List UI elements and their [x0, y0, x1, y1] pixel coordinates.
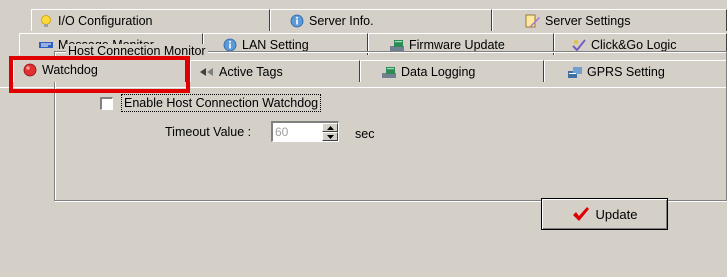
info-icon: [222, 38, 238, 52]
logic-icon: [571, 38, 587, 52]
timeout-input[interactable]: [275, 123, 323, 140]
arrow-down-icon: [326, 134, 334, 139]
checkmark-icon: [572, 207, 589, 221]
lightbulb-icon: [38, 14, 54, 28]
arrow-up-icon: [326, 125, 334, 130]
message-monitor-icon: [38, 38, 54, 52]
tab-label: Watchdog: [42, 63, 98, 77]
server-settings-icon: [525, 14, 541, 28]
update-button[interactable]: Update: [541, 198, 668, 230]
spin-up-button[interactable]: [322, 123, 338, 132]
watchdog-icon: [22, 63, 38, 77]
info-icon: [289, 14, 305, 28]
firmware-update-icon: [389, 38, 405, 52]
tab-server-settings[interactable]: Server Settings: [492, 9, 727, 31]
spin-down-button[interactable]: [322, 132, 338, 141]
tab-label: LAN Setting: [242, 37, 309, 52]
enable-watchdog-checkbox[interactable]: [100, 96, 113, 110]
tab-watchdog[interactable]: Watchdog: [13, 57, 186, 82]
timeout-unit-label: sec: [355, 127, 375, 141]
update-button-label: Update: [595, 206, 638, 222]
tab-label: Firmware Update: [409, 37, 505, 52]
tab-label: Click&Go Logic: [591, 37, 677, 52]
tab-server-info[interactable]: Server Info.: [270, 9, 492, 31]
timeout-stepper[interactable]: [271, 121, 339, 142]
timeout-label: Timeout Value :: [165, 125, 252, 139]
settings-window: I/O Configuration Server Info. Server Se…: [0, 0, 727, 277]
tab-label: Server Settings: [545, 13, 631, 28]
timeout-spin-buttons[interactable]: [322, 123, 338, 141]
enable-watchdog-option[interactable]: Enable Host Connection Watchdog: [100, 94, 322, 112]
tab-label: I/O Configuration: [58, 13, 153, 28]
tab-label: Server Info.: [309, 13, 374, 28]
group-title: Host Connection Monitor: [66, 44, 208, 58]
tab-io-configuration[interactable]: I/O Configuration: [31, 9, 270, 31]
enable-watchdog-label[interactable]: Enable Host Connection Watchdog: [121, 94, 322, 112]
